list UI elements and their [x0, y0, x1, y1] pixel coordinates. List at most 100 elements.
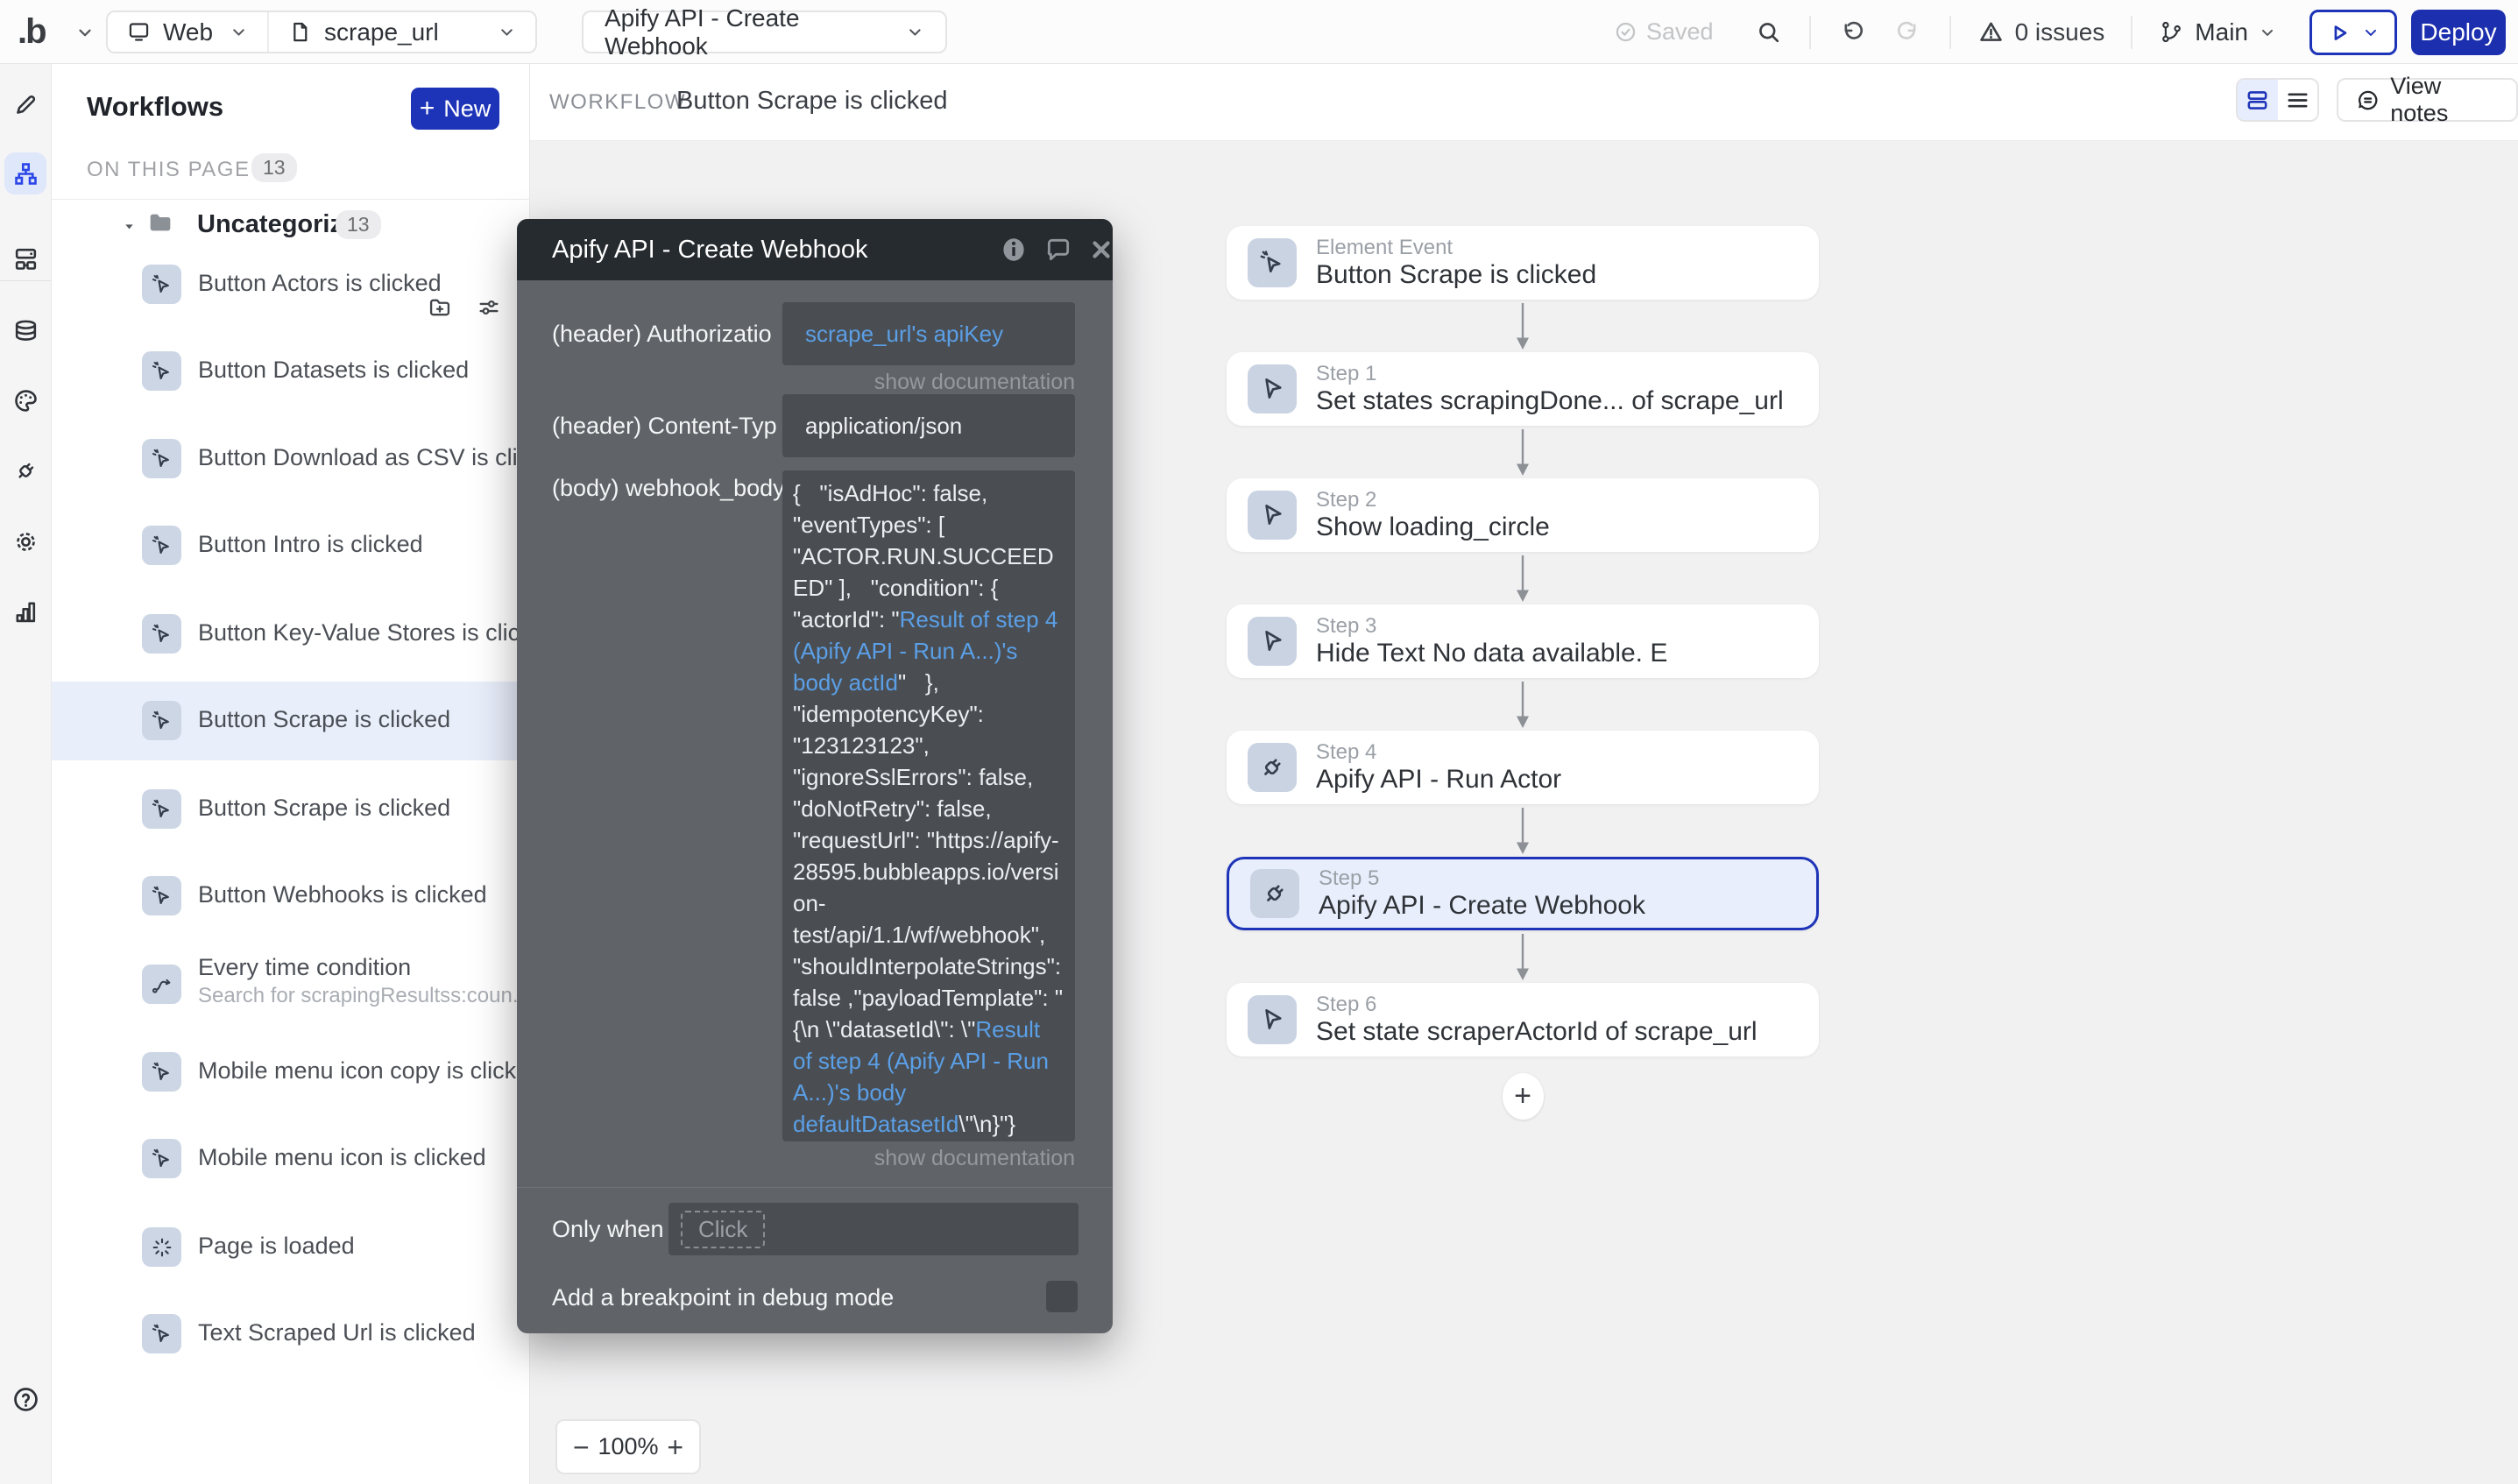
logo-chevron-down-icon[interactable]	[75, 23, 95, 42]
info-icon[interactable]	[999, 235, 1029, 265]
cursor-icon	[1248, 617, 1297, 666]
workflow-item[interactable]: Button Actors is clicked	[52, 245, 530, 324]
authorization-input[interactable]: scrape_url's apiKey	[782, 302, 1075, 365]
undo-icon[interactable]	[1839, 19, 1864, 45]
step-card-4[interactable]: Step 4Apify API - Run Actor	[1227, 731, 1819, 804]
cursor-click-icon	[142, 1314, 181, 1353]
bubble-logo[interactable]: .b	[18, 12, 46, 52]
deploy-button[interactable]: Deploy	[2411, 10, 2506, 55]
logs-tab[interactable]	[0, 598, 52, 625]
mode-selector[interactable]: Web	[108, 12, 267, 52]
chevron-down-icon	[2362, 24, 2380, 41]
cursor-click-icon	[142, 265, 181, 304]
only-when-input[interactable]: Click	[668, 1203, 1079, 1255]
workflow-item[interactable]: Text Scraped Url is clicked	[52, 1295, 530, 1374]
group-uncategorized[interactable]: Uncategorized 13	[52, 203, 530, 245]
zoom-out-button[interactable]: −	[573, 1433, 590, 1461]
chart-icon	[12, 598, 39, 625]
cursor-icon	[1248, 364, 1297, 413]
workflow-item[interactable]: Button Key-Value Stores is clicked	[52, 595, 530, 674]
workflow-item[interactable]: Button Scrape is clicked	[52, 770, 530, 849]
components-tab[interactable]	[0, 245, 52, 272]
card-view-toggle[interactable]	[2238, 80, 2278, 120]
only-when-label: Only when	[552, 1216, 664, 1243]
page-dropdown[interactable]: scrape_url	[269, 12, 535, 52]
webhook-body-input[interactable]: { "isAdHoc": false, "eventTypes": [ "ACT…	[782, 470, 1075, 1141]
cursor-click-icon	[142, 789, 181, 829]
top-bar: .b Web scrape_url Apify API - Create Web…	[0, 0, 2518, 64]
chevron-down-icon	[906, 23, 924, 41]
left-sidebar: I	[0, 64, 52, 1484]
new-workflow-button[interactable]: + New	[411, 88, 499, 130]
section-header: ON THIS PAGE 13	[52, 140, 530, 200]
workflow-item[interactable]: Button Intro is clicked	[52, 506, 530, 585]
cursor-click-icon	[142, 351, 181, 391]
cursor-click-icon	[142, 1139, 181, 1178]
card-view-icon	[2245, 88, 2270, 113]
zoom-level: 100%	[598, 1433, 658, 1460]
divider	[517, 1187, 1113, 1188]
list-view-icon	[2285, 88, 2310, 113]
workflow-item[interactable]: Button Datasets is clicked	[52, 332, 530, 411]
save-status-label: Saved	[1646, 18, 1714, 46]
divider	[0, 280, 52, 281]
branch-selector[interactable]: Main	[2159, 18, 2276, 46]
workflow-tab[interactable]	[4, 152, 46, 194]
redo-icon[interactable]	[1896, 19, 1921, 45]
caret-down-icon	[122, 219, 137, 234]
view-notes-button[interactable]: View notes	[2337, 78, 2518, 122]
workflow-item[interactable]: Page is loaded	[52, 1208, 530, 1287]
show-documentation-link[interactable]: show documentation	[782, 1146, 1075, 1171]
spinner-icon	[142, 1227, 181, 1267]
step-card-3[interactable]: Step 3Hide Text No data available. E	[1227, 604, 1819, 678]
only-when-placeholder[interactable]: Click	[681, 1211, 765, 1248]
styles-tab[interactable]	[0, 387, 52, 414]
connector-arrow	[1227, 300, 1819, 352]
cursor-click-icon	[142, 701, 181, 740]
plug-icon	[1248, 743, 1297, 792]
workflow-item[interactable]: Every time conditionSearch for scrapingR…	[52, 945, 530, 1024]
branch-label: Main	[2195, 18, 2248, 46]
workflow-label: WORKFLOW:	[549, 90, 693, 115]
step-card-1[interactable]: Step 1Set states scrapingDone... of scra…	[1227, 352, 1819, 426]
step-card-event[interactable]: Element EventButton Scrape is clicked	[1227, 226, 1819, 300]
workflow-selector-dropdown[interactable]: Apify API - Create Webhook	[582, 11, 947, 53]
workflow-item[interactable]: Mobile menu icon copy is clicked	[52, 1033, 530, 1112]
warning-triangle-icon	[1977, 18, 2005, 46]
workflow-item[interactable]: Button Download as CSV is clicked	[52, 420, 530, 498]
chevron-down-icon	[2259, 24, 2276, 41]
workflows-panel: Workflows + New ON THIS PAGE 13 Uncatego…	[52, 64, 530, 1484]
cursor-click-icon	[1248, 238, 1297, 287]
zoom-in-button[interactable]: +	[667, 1433, 683, 1461]
show-documentation-link[interactable]: show documentation	[782, 370, 1075, 395]
settings-tab[interactable]	[0, 528, 52, 555]
search-icon[interactable]	[1756, 19, 1781, 45]
page-label: scrape_url	[324, 18, 439, 46]
data-tab[interactable]	[0, 318, 52, 345]
workflow-item[interactable]: Button Webhooks is clicked	[52, 857, 530, 936]
issues-indicator[interactable]: 0 issues	[1977, 18, 2105, 46]
breakpoint-checkbox[interactable]	[1046, 1281, 1078, 1312]
workflow-item-selected[interactable]: Button Scrape is clicked	[52, 682, 530, 760]
divider	[2131, 16, 2133, 49]
close-icon[interactable]	[1088, 237, 1113, 263]
content-type-input[interactable]: application/json	[782, 394, 1075, 457]
help-button[interactable]	[0, 1385, 52, 1414]
comment-icon[interactable]	[1044, 236, 1072, 264]
design-tab[interactable]	[0, 91, 52, 118]
breakpoint-label: Add a breakpoint in debug mode	[552, 1284, 894, 1311]
modal-header: Apify API - Create Webhook	[517, 219, 1113, 280]
issues-label: 0 issues	[2015, 18, 2105, 46]
modal-title: Apify API - Create Webhook	[552, 236, 868, 265]
palette-icon	[12, 387, 39, 414]
preview-button[interactable]	[2309, 10, 2397, 55]
workflow-item[interactable]: Mobile menu icon is clicked	[52, 1120, 530, 1198]
step-card-5-selected[interactable]: Step 5Apify API - Create Webhook	[1227, 857, 1819, 930]
list-view-toggle[interactable]	[2278, 80, 2318, 120]
folder-icon	[146, 208, 174, 237]
step-card-2[interactable]: Step 2Show loading_circle	[1227, 478, 1819, 552]
step-card-6[interactable]: Step 6Set state scraperActorId of scrape…	[1227, 983, 1819, 1056]
cursor-icon	[1248, 491, 1297, 540]
add-step-button[interactable]: +	[1503, 1073, 1544, 1120]
plugins-tab[interactable]	[0, 457, 52, 484]
